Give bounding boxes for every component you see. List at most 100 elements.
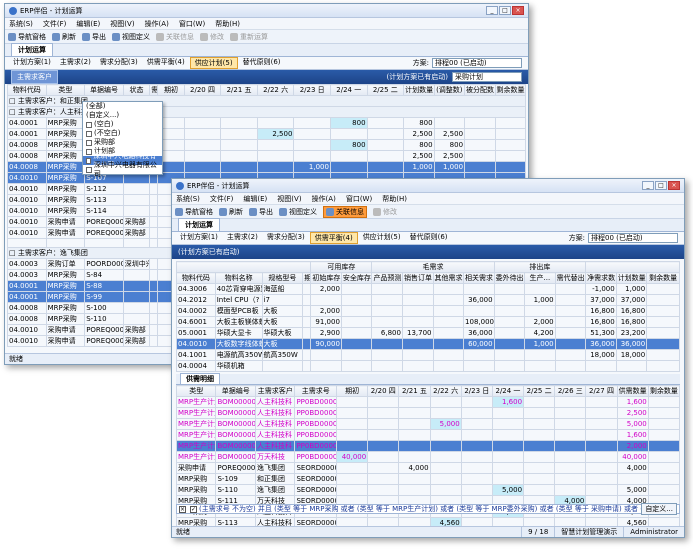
tab-0[interactable]: 计划方案(1) bbox=[9, 57, 55, 69]
status-filter-dropdown[interactable]: (全部) (自定义...) (空白) (不空白) 采购部 计划部 深圳中兴电路科技有限公司深… bbox=[82, 101, 163, 178]
table-row[interactable]: 04.6001大板主板镁体螺丝大板 91,000 108,000 2,000 16,80… bbox=[176, 316, 680, 328]
table-row[interactable]: 04.0002 模面型PCB板 大板 2,000 16,800 16,800 bbox=[176, 305, 680, 317]
tab-0[interactable]: 计划方案(1) bbox=[176, 232, 222, 244]
tab-2[interactable]: 需求分配(3) bbox=[96, 57, 142, 69]
tab-1[interactable]: 主需求(2) bbox=[56, 57, 95, 69]
column-header[interactable]: 2/24 一 bbox=[491, 385, 525, 397]
supply-demand-detail-grid[interactable]: 类型 单据编号 主需求客户 主需求号 期初 2/20 四 2/21 五 2/22 六 2/23 … bbox=[175, 385, 681, 537]
table-row[interactable]: MRP生产计划BOM000003人主科技科PP0BD00001/1 1,600 1,… bbox=[175, 396, 681, 408]
menu-item-3[interactable]: 视图(V) bbox=[110, 19, 134, 29]
table-row[interactable]: MRP采购S-110逸飞集团SEORD000001/1 5,000 5,000 bbox=[175, 484, 681, 496]
table-row[interactable]: MRP生产计划BOM000003人主科技科PP0BD00001/2 2,500 bbox=[175, 407, 681, 419]
checkbox[interactable] bbox=[86, 166, 92, 173]
tab-4[interactable]: 供应计划(5) bbox=[359, 232, 405, 244]
column-header[interactable]: 2/20 四 bbox=[367, 385, 400, 397]
scheme-dropdown[interactable]: 排程00 (已启动) bbox=[432, 58, 522, 68]
toolbar-button-2[interactable]: 导出 bbox=[249, 207, 273, 217]
filter-expression[interactable]: (主需求号 不为空) 并且 (类型 等于 MRP采购 或者 (类型 等于 MRP… bbox=[199, 504, 641, 514]
dropdown-option-4[interactable]: 采购部 bbox=[83, 138, 162, 147]
column-header[interactable]: 2/23 日 bbox=[460, 385, 493, 397]
column-header[interactable]: 供需数量 bbox=[616, 385, 649, 397]
dropdown-option-7[interactable]: 深圳中兴电器有限公司 bbox=[83, 161, 162, 178]
scheme-dropdown[interactable]: 排程00 (已启动) bbox=[588, 233, 678, 243]
column-header[interactable]: 单据编号 bbox=[84, 84, 124, 96]
checkbox[interactable] bbox=[86, 121, 92, 128]
column-header[interactable]: 物料代码 bbox=[176, 272, 216, 284]
window-plan-run-front[interactable]: ERP伴侣 - 计划运算 _ □ × 系统(S) 文件(F) 编辑(E) 视图(V) 操… bbox=[171, 178, 685, 538]
column-header[interactable]: 2/22 六 bbox=[256, 84, 295, 96]
doc-tab-plan-run[interactable]: 计划运算 bbox=[11, 43, 53, 56]
menu-item-1[interactable]: 文件(F) bbox=[43, 19, 67, 29]
dropdown-option-3[interactable]: (不空白) bbox=[83, 129, 162, 138]
column-header[interactable]: 期 bbox=[302, 272, 312, 284]
dropdown-option-2[interactable]: (空白) bbox=[83, 120, 162, 129]
filter-enable-checkbox[interactable]: ✓ bbox=[190, 505, 197, 513]
column-header[interactable]: 主需求客户 bbox=[254, 385, 296, 397]
column-header[interactable]: 类型 bbox=[45, 84, 86, 96]
minimize-icon[interactable]: _ bbox=[642, 181, 654, 190]
column-header[interactable]: 2/22 六 bbox=[429, 385, 462, 397]
group-by-pill[interactable]: 主需求客户 bbox=[11, 70, 58, 84]
menu-item-4[interactable]: 操作(A) bbox=[145, 19, 169, 29]
close-icon[interactable]: × bbox=[668, 181, 680, 190]
table-row[interactable]: 05.0001 华硕大显卡 华硕大板 2,900 6,800 13,700 36,000 4,… bbox=[176, 327, 680, 339]
title-bar[interactable]: ERP伴侣 - 计划运算 _ □ × bbox=[5, 4, 528, 18]
tab-2[interactable]: 需求分配(3) bbox=[263, 232, 309, 244]
column-header[interactable]: 2/25 二 bbox=[366, 84, 405, 96]
minimize-icon[interactable]: _ bbox=[486, 6, 498, 15]
table-row[interactable]: 采购申请POREQ000013逸飞集团SEORD000004/1 4,000 4,0… bbox=[175, 462, 681, 474]
toolbar-button-2[interactable]: 导出 bbox=[82, 32, 106, 42]
toolbar-button-1[interactable]: 刷新 bbox=[52, 32, 76, 42]
table-row[interactable]: 04.1001 电源航高350W 航高350W 18,000 18,000 bbox=[176, 349, 680, 361]
column-header[interactable]: 规格型号 bbox=[261, 272, 304, 284]
column-header[interactable]: 其他需求 bbox=[432, 272, 465, 284]
toolbar-button-0[interactable]: 导航窗格 bbox=[175, 207, 213, 217]
checkbox[interactable] bbox=[86, 157, 92, 164]
table-row[interactable]: MRP采购S-109和正集团SEORD000002/1 bbox=[175, 473, 681, 485]
tab-5[interactable]: 替代原则(6) bbox=[239, 57, 285, 69]
menu-item-3[interactable]: 视图(V) bbox=[277, 194, 301, 204]
column-header[interactable]: (调整数) bbox=[433, 84, 466, 96]
checkbox[interactable] bbox=[86, 148, 92, 155]
toolbar-button-0[interactable]: 导航窗格 bbox=[8, 32, 46, 42]
toolbar-button-3[interactable]: 视图定义 bbox=[112, 32, 150, 42]
column-header[interactable]: 需代替出 bbox=[554, 272, 587, 284]
toolbar-button-6[interactable]: 重新运算 bbox=[230, 32, 268, 42]
checkbox[interactable] bbox=[86, 139, 92, 146]
column-header[interactable]: 2/21 五 bbox=[398, 385, 431, 397]
menu-item-1[interactable]: 文件(F) bbox=[210, 194, 234, 204]
table-row[interactable]: 04.0010大板数字线体螺丝大板 90,000 60,000 1,000 36,000… bbox=[176, 338, 680, 350]
tab-1[interactable]: 主需求(2) bbox=[223, 232, 262, 244]
column-header[interactable]: 物料代码 bbox=[7, 84, 47, 96]
table-row[interactable]: MRP生产计划BOM000003人主科技科PP0BD00001/3 5,000 5,… bbox=[175, 418, 681, 430]
table-row[interactable]: 04.2012 Intel CPU（? i7 36,000 1,000 37,000 37,… bbox=[176, 294, 680, 306]
column-header[interactable]: 2/27 四 bbox=[585, 385, 618, 397]
plan-type-dropdown[interactable]: 采购计划 bbox=[452, 72, 522, 82]
toolbar-button-4[interactable]: 关联信息 bbox=[156, 32, 194, 42]
column-header[interactable]: 剩余数量 bbox=[647, 385, 681, 397]
column-header[interactable]: 期初 bbox=[157, 84, 185, 96]
menu-item-5[interactable]: 窗口(W) bbox=[179, 19, 205, 29]
tab-3[interactable]: 供需平衡(4) bbox=[143, 57, 189, 69]
column-header[interactable]: 剩余数量 bbox=[646, 272, 680, 284]
column-header[interactable]: 类型 bbox=[175, 385, 217, 397]
column-header[interactable]: 初始库存 bbox=[310, 272, 342, 284]
column-header[interactable]: 生产... bbox=[524, 272, 556, 284]
table-row[interactable]: 04.300640芯背穿电源监海蓝船 2,000 -1,0001,000 bbox=[176, 283, 680, 295]
menu-item-6[interactable]: 帮助(H) bbox=[215, 19, 240, 29]
column-header[interactable]: 状态 bbox=[122, 84, 151, 96]
dropdown-option-1[interactable]: (自定义...) bbox=[83, 111, 162, 120]
column-header[interactable]: 2/23 日 bbox=[293, 84, 331, 96]
doc-tab-plan-run[interactable]: 计划运算 bbox=[178, 218, 220, 231]
menu-item-6[interactable]: 帮助(H) bbox=[382, 194, 407, 204]
maximize-icon[interactable]: □ bbox=[655, 181, 667, 190]
toolbar-button-4[interactable]: 关联信息 bbox=[323, 205, 367, 218]
menu-item-2[interactable]: 编辑(E) bbox=[243, 194, 267, 204]
menu-item-4[interactable]: 操作(A) bbox=[312, 194, 336, 204]
column-header[interactable]: 2/26 三 bbox=[554, 385, 587, 397]
tab-3[interactable]: 供需平衡(4) bbox=[309, 232, 358, 244]
tab-supply-demand-detail[interactable]: 供需明细 bbox=[180, 373, 220, 384]
toolbar-button-5[interactable]: 修改 bbox=[200, 32, 224, 42]
column-header[interactable]: 安全库存 bbox=[340, 272, 373, 284]
column-header[interactable]: 剩余数量 bbox=[494, 84, 526, 96]
